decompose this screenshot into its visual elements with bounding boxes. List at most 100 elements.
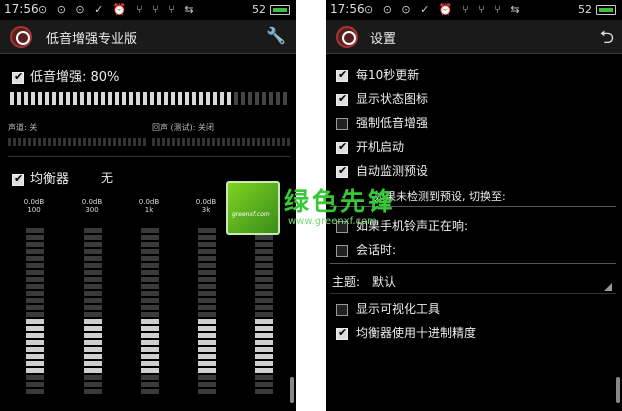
setting-auto-detect-preset[interactable]: 自动监测预设 [336, 162, 428, 179]
equalizer-preset[interactable]: 无 [101, 169, 113, 186]
update-10s-label: 每10秒更新 [356, 68, 420, 82]
eq-level-segment [141, 263, 159, 268]
bass-level-segment [150, 92, 154, 105]
eq-level-segment [141, 312, 159, 317]
bass-level-segment [52, 92, 56, 105]
update-10s-checkbox[interactable] [336, 68, 348, 82]
eq-level-segment [198, 263, 216, 268]
channel-slider[interactable] [8, 138, 146, 146]
eq-level-segment [198, 319, 216, 324]
slider-segment [172, 138, 175, 146]
bass-boost-checkbox[interactable] [12, 70, 24, 84]
eq-level-segment [198, 277, 216, 282]
slider-segment [232, 138, 235, 146]
eq-level-segment [141, 382, 159, 387]
theme-value[interactable]: 默认 [372, 273, 396, 290]
setting-in-call[interactable]: 会话时: [336, 241, 396, 258]
equalizer-checkbox[interactable] [12, 172, 24, 186]
bass-level-segment [136, 92, 140, 105]
slider-segment [98, 138, 101, 146]
slider-segment [202, 138, 205, 146]
bass-boost-level-bar[interactable] [10, 92, 290, 105]
equalizer-toggle[interactable]: 均衡器 [12, 168, 69, 187]
slider-segment [73, 138, 76, 146]
eq-level-segment [141, 319, 159, 324]
slider-segment [182, 138, 185, 146]
eq-level-segment [255, 326, 273, 331]
slider-segment [287, 138, 290, 146]
slider-segment [68, 138, 71, 146]
eq-level-segment [198, 326, 216, 331]
headphones-icon[interactable] [336, 26, 358, 48]
echo-slider[interactable] [152, 138, 290, 146]
setting-start-on-boot[interactable]: 开机启动 [336, 138, 404, 155]
setting-update-10s[interactable]: 每10秒更新 [336, 66, 419, 83]
headphones-icon[interactable] [10, 26, 32, 48]
setting-decimal-eq[interactable]: 均衡器使用十进制精度 [336, 324, 476, 341]
eq-level-segment [141, 305, 159, 310]
bass-level-segment [80, 92, 84, 105]
eq-band-gain: 0.0dB [81, 198, 103, 206]
eq-level-segment [141, 270, 159, 275]
eq-level-segment [141, 277, 159, 282]
eq-band-gain: 0.0dB [23, 198, 45, 206]
eq-level-segment [255, 375, 273, 380]
slider-segment [247, 138, 250, 146]
eq-level-segment [84, 298, 102, 303]
eq-level-segment [26, 277, 44, 282]
eq-band[interactable]: 0.0dB 3k [194, 198, 218, 394]
show-status-icon-checkbox[interactable] [336, 92, 348, 106]
eq-level-segment [26, 368, 44, 373]
bass-level-segment [59, 92, 63, 105]
eq-level-segment [26, 312, 44, 317]
bass-level-segment [115, 92, 119, 105]
eq-band-frequency: 3k [201, 206, 211, 214]
eq-level-segment [26, 263, 44, 268]
slider-segment [207, 138, 210, 146]
eq-level-segment [84, 354, 102, 359]
eq-level-segment [26, 228, 44, 233]
slider-segment [212, 138, 215, 146]
slider-segment [38, 138, 41, 146]
slider-segment [222, 138, 225, 146]
slider-segment [267, 138, 270, 146]
back-icon[interactable]: ⮌ [600, 25, 614, 55]
bass-level-segment [94, 92, 98, 105]
in-call-checkbox[interactable] [336, 244, 348, 257]
scroll-indicator [290, 377, 294, 403]
eq-level-segment [26, 270, 44, 275]
slider-segment [133, 138, 136, 146]
force-bass-checkbox[interactable] [336, 117, 348, 130]
eq-band[interactable]: 0.0dB 100 [22, 198, 46, 394]
bass-level-segment [213, 92, 217, 105]
slider-segment [227, 138, 230, 146]
eq-band[interactable]: 0.0dB 300 [80, 198, 104, 394]
eq-level-segment [26, 340, 44, 345]
eq-level-segment [84, 340, 102, 345]
equalizer-label: 均衡器 [30, 172, 70, 187]
eq-level-segment [84, 319, 102, 324]
setting-show-visualizer[interactable]: 显示可视化工具 [336, 300, 440, 317]
eq-level-segment [255, 340, 273, 345]
show-visualizer-checkbox[interactable] [336, 303, 348, 316]
eq-level-segment [26, 256, 44, 261]
wrench-settings-icon[interactable]: 🔧 [266, 26, 286, 45]
eq-level-segment [26, 235, 44, 240]
eq-level-segment [141, 235, 159, 240]
eq-level-segment [84, 270, 102, 275]
slider-segment [53, 138, 56, 146]
auto-detect-preset-checkbox[interactable] [336, 164, 348, 178]
eq-level-segment [84, 242, 102, 247]
slider-segment [192, 138, 195, 146]
divider [330, 293, 616, 294]
decimal-eq-checkbox[interactable] [336, 326, 348, 340]
bass-boost-toggle[interactable]: 低音增强: 80% [12, 66, 119, 85]
bass-level-segment [248, 92, 252, 105]
site-watermark: 绿色先锋 [284, 187, 397, 216]
eq-band[interactable]: 0.0dB 1k [137, 198, 161, 394]
setting-force-bass[interactable]: 强制低音增强 [336, 114, 428, 131]
setting-show-status-icon[interactable]: 显示状态图标 [336, 90, 428, 107]
start-on-boot-checkbox[interactable] [336, 140, 348, 154]
auto-detect-preset-label: 自动监测预设 [356, 164, 429, 178]
eq-level-segment [26, 375, 44, 380]
